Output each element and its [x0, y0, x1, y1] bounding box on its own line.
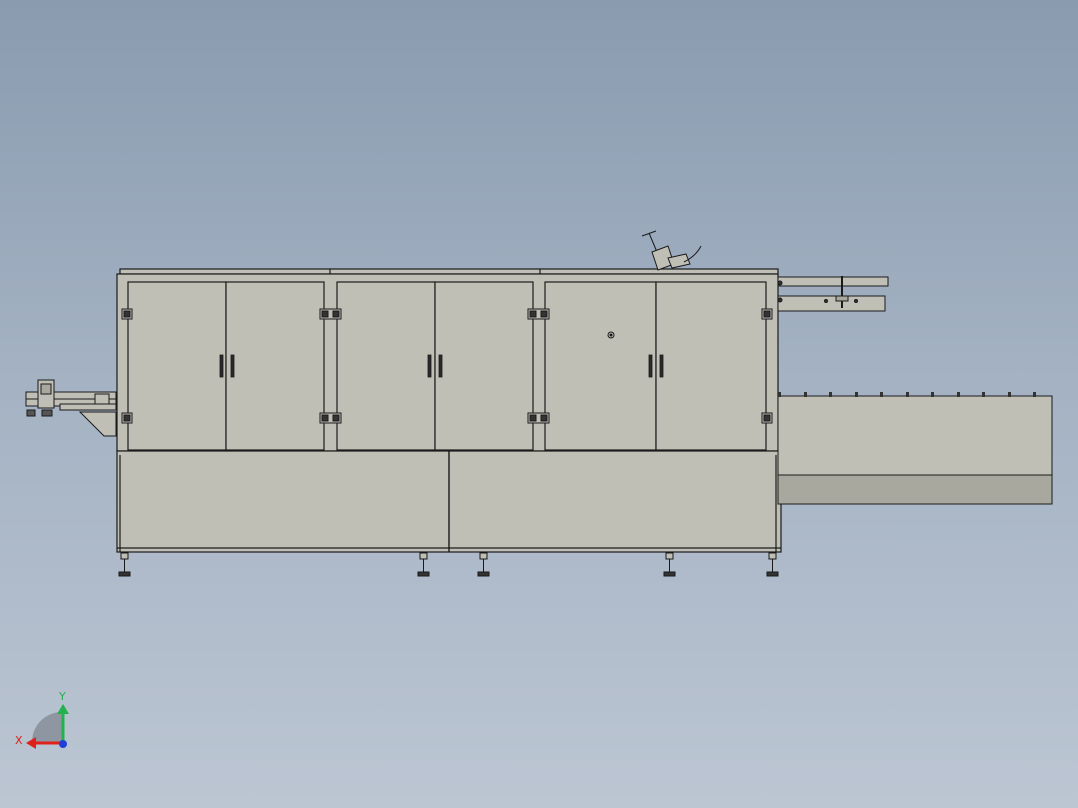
leveling-foot [417, 552, 430, 577]
top-handwheel-mechanism[interactable] [641, 230, 702, 271]
z-axis-dot-icon [59, 740, 67, 748]
door-section-1[interactable] [127, 281, 325, 451]
left-infeed-conveyor[interactable] [25, 379, 117, 437]
door-panel[interactable] [225, 281, 325, 451]
cad-canvas[interactable]: Y X [0, 0, 1078, 808]
coordinate-triad[interactable]: Y X [15, 690, 69, 749]
right-outfeed-conveyor[interactable] [777, 392, 1053, 505]
leveling-foot [766, 552, 779, 577]
door-handle[interactable] [219, 354, 224, 378]
door-panel[interactable] [336, 281, 436, 451]
door-panel[interactable] [434, 281, 534, 451]
leveling-foot [118, 552, 131, 577]
door-panel[interactable] [655, 281, 767, 451]
x-axis-label: X [15, 734, 23, 747]
door-section-3[interactable] [544, 281, 767, 451]
leveling-foot [663, 552, 676, 577]
right-upper-guide-rails[interactable] [777, 276, 889, 312]
door-handle[interactable] [659, 354, 664, 378]
y-axis-label: Y [58, 690, 66, 703]
cad-viewport[interactable]: Y X [0, 0, 1078, 808]
leveling-foot [477, 552, 490, 577]
door-handle[interactable] [427, 354, 432, 378]
door-handle[interactable] [438, 354, 443, 378]
door-handle[interactable] [230, 354, 235, 378]
x-axis-arrowhead-icon [26, 737, 36, 749]
y-axis-arrowhead-icon [57, 704, 69, 714]
door-section-2[interactable] [336, 281, 534, 451]
triad-plane-icon [32, 712, 62, 742]
door-panel[interactable] [544, 281, 657, 451]
leveling-feet [118, 552, 779, 577]
door-panel[interactable] [127, 281, 227, 451]
door-handle[interactable] [648, 354, 653, 378]
